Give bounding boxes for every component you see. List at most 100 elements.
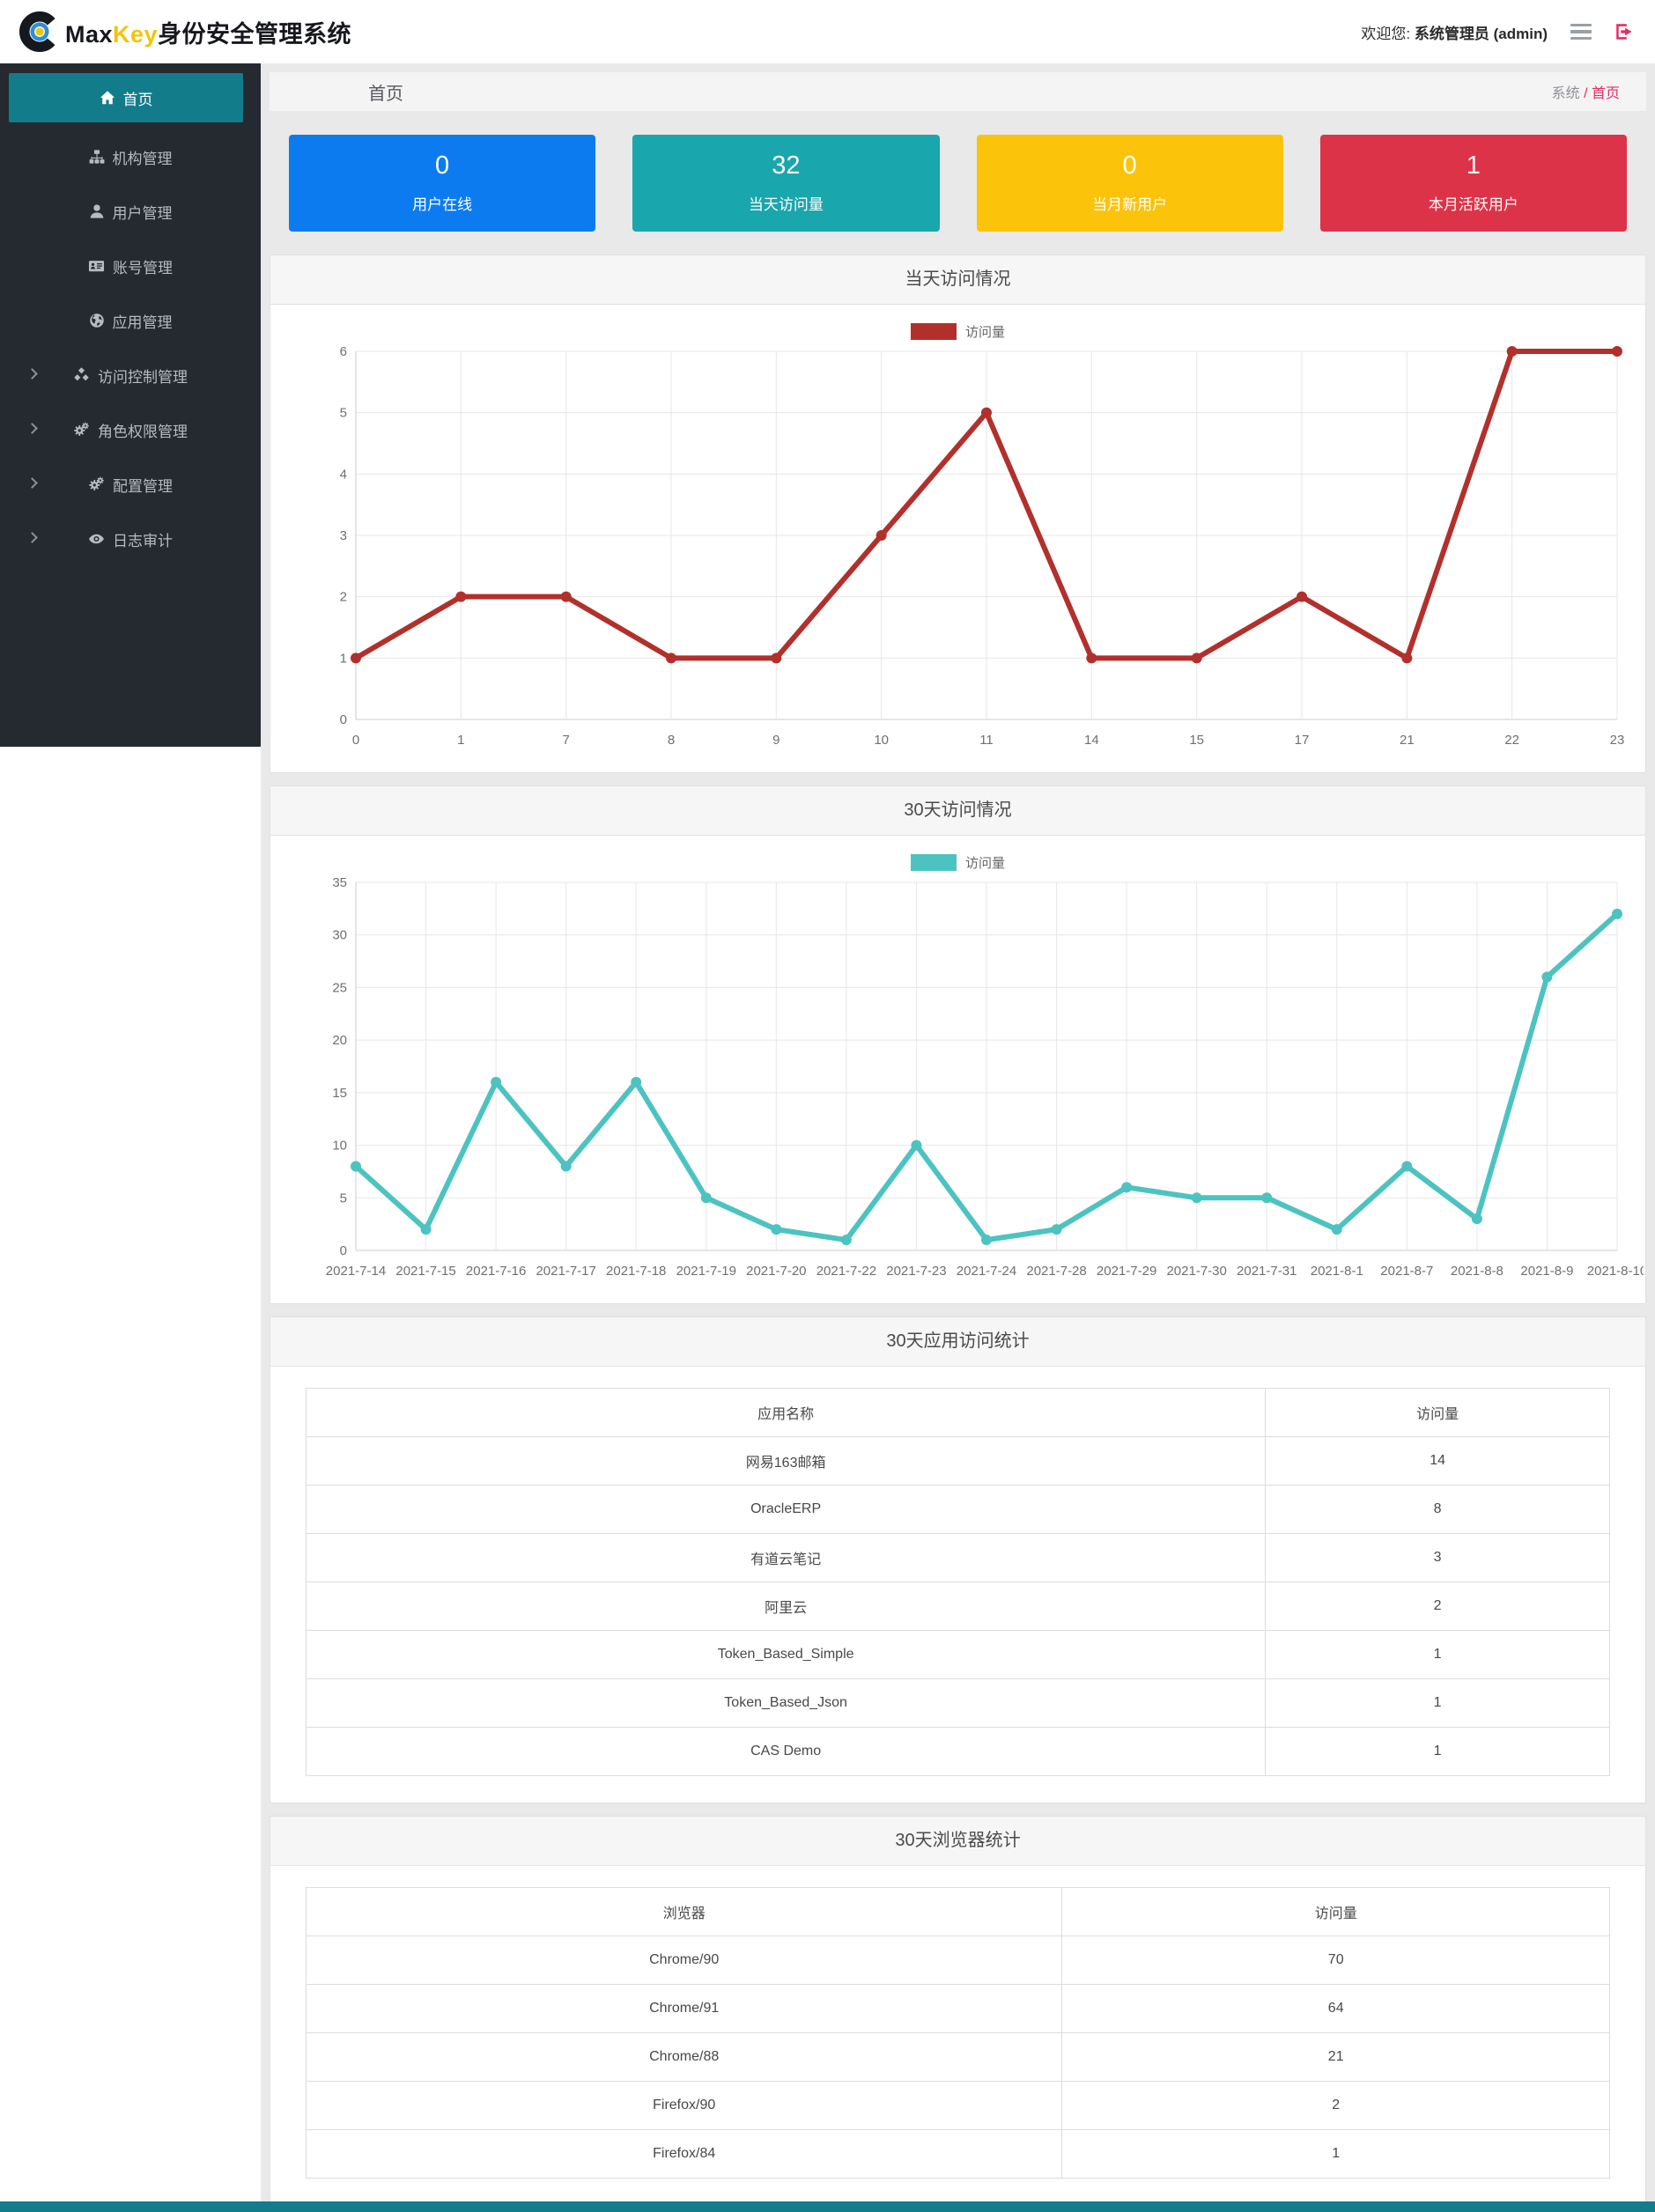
panel-today-visits: 当天访问情况 访问量 0 1 2 3 4 5 6 0 1 7 8 9 10 11 14 15 17 21 22 23: [270, 254, 1646, 773]
svg-text:2021-7-29: 2021-7-29: [1097, 1264, 1156, 1279]
svg-text:17: 17: [1295, 733, 1310, 748]
svg-text:2021-7-19: 2021-7-19: [676, 1264, 736, 1279]
home-icon: [100, 90, 115, 106]
sidebar-item-label: 访问控制管理: [98, 368, 188, 386]
panel-title: 30天浏览器统计: [270, 1817, 1645, 1866]
30day-visits-line-chart: 0 5 10 15 20 25 30 35 2021-7-14 2021-7-15 2021-7-1…: [270, 874, 1647, 1294]
browser-name-cell: Chrome/91: [305, 1984, 1063, 2033]
app-name-cell: Token_Based_Json: [305, 1678, 1267, 1728]
visit-count-cell: 21: [1061, 2032, 1610, 2082]
svg-text:23: 23: [1610, 733, 1625, 748]
visit-count-cell: 1: [1265, 1678, 1610, 1728]
svg-text:14: 14: [1084, 733, 1099, 748]
visit-count-cell: 1: [1265, 1727, 1610, 1776]
sidebar-item-label: 用户管理: [112, 204, 173, 222]
svg-text:0: 0: [340, 1243, 347, 1258]
app-stats-table: 应用名称 访问量 网易163邮箱 14 OracleERP 8 有道云笔记 3 阿里云…: [305, 1388, 1610, 1776]
app-name-cell: 网易163邮箱: [305, 1436, 1267, 1486]
svg-text:15: 15: [332, 1086, 347, 1101]
sidebar-item-accounts[interactable]: 账号管理: [0, 239, 261, 293]
svg-text:5: 5: [340, 1191, 347, 1206]
column-header: 应用名称: [305, 1388, 1267, 1437]
svg-text:2021-8-1: 2021-8-1: [1311, 1264, 1363, 1279]
sidebar-item-label: 账号管理: [113, 259, 173, 276]
svg-text:7: 7: [562, 733, 569, 748]
sitemap-icon: [89, 149, 105, 165]
table-row: 有道云笔记 3: [305, 1533, 1610, 1582]
panel-title: 30天应用访问统计: [270, 1317, 1645, 1367]
legend-swatch: [910, 853, 957, 871]
table-row: Token_Based_Simple 1: [305, 1630, 1610, 1679]
breadcrumb: 首页 系统 / 首页: [270, 72, 1646, 111]
sidebar-item-roles[interactable]: 角色权限管理: [0, 402, 261, 457]
visit-count-cell: 2: [1061, 2081, 1610, 2130]
svg-text:15: 15: [1189, 733, 1204, 748]
svg-text:20: 20: [332, 1033, 347, 1048]
welcome-text: 欢迎您: 系统管理员 (admin): [1361, 25, 1548, 42]
brand: MaxKey身份安全管理系统: [19, 11, 351, 52]
sidebar-item-org[interactable]: 机构管理: [0, 129, 261, 184]
sidebar-item-config[interactable]: 配置管理: [0, 457, 261, 512]
app-name-cell: CAS Demo: [305, 1727, 1267, 1776]
sidebar-item-label: 配置管理: [113, 477, 173, 495]
table-row: OracleERP 8: [305, 1485, 1610, 1534]
sidebar-item-home[interactable]: 首页: [9, 73, 243, 122]
table-header-row: 应用名称 访问量: [305, 1388, 1610, 1437]
svg-text:2021-7-14: 2021-7-14: [326, 1264, 386, 1279]
svg-text:5: 5: [340, 406, 347, 421]
app-name-cell: Token_Based_Simple: [305, 1630, 1267, 1679]
breadcrumb-current-link[interactable]: 首页: [1592, 86, 1620, 101]
main-content: 首页 系统 / 首页 0 用户在线 32 当天访问量 0 当月新用户 1 本月活…: [261, 63, 1655, 2212]
chevron-right-icon: [26, 368, 38, 380]
browser-name-cell: Chrome/88: [305, 2032, 1063, 2082]
svg-text:2021-7-24: 2021-7-24: [957, 1264, 1016, 1279]
maxkey-dashboard: MaxKey身份安全管理系统 欢迎您: 系统管理员 (admin) 首页 机构管…: [0, 0, 1655, 2212]
sidebar-item-label: 角色权限管理: [98, 423, 188, 440]
svg-text:2021-7-18: 2021-7-18: [606, 1264, 666, 1279]
stat-cards-row: 0 用户在线 32 当天访问量 0 当月新用户 1 本月活跃用户: [289, 135, 1627, 232]
svg-text:10: 10: [332, 1139, 347, 1154]
legend-swatch: [910, 322, 957, 340]
panel-app-stats: 30天应用访问统计 应用名称 访问量 网易163邮箱 14 OracleERP 8 …: [270, 1316, 1646, 1803]
svg-text:0: 0: [352, 733, 359, 748]
visit-count-cell: 8: [1265, 1485, 1610, 1534]
sidebar-nav: 首页 机构管理 用户管理 账号管理 应用管理 访问控制管理 角色权限管理 配置管…: [0, 63, 261, 747]
chart-legend[interactable]: 访问量: [270, 853, 1645, 871]
svg-text:2021-7-16: 2021-7-16: [466, 1264, 526, 1279]
svg-text:3: 3: [340, 528, 347, 543]
stat-value: 0: [435, 151, 450, 180]
column-header: 访问量: [1265, 1388, 1610, 1437]
stat-label: 用户在线: [412, 196, 473, 213]
visit-count-cell: 64: [1061, 1984, 1610, 2033]
stat-card-month-new-users: 0 当月新用户: [976, 135, 1283, 232]
sidebar-item-access-control[interactable]: 访问控制管理: [0, 348, 261, 402]
browser-name-cell: Firefox/90: [305, 2081, 1063, 2130]
svg-text:9: 9: [772, 733, 779, 748]
svg-text:1: 1: [457, 733, 464, 748]
sidebar-item-users[interactable]: 用户管理: [0, 184, 261, 239]
logout-icon[interactable]: [1614, 22, 1634, 41]
hamburger-icon[interactable]: [1570, 23, 1592, 41]
svg-text:35: 35: [332, 875, 347, 890]
svg-text:2021-8-10: 2021-8-10: [1587, 1264, 1644, 1279]
svg-text:30: 30: [332, 928, 347, 943]
eye-icon: [88, 531, 105, 547]
maxkey-logo-icon: [19, 11, 60, 52]
stat-value: 0: [1122, 151, 1137, 180]
stat-label: 当天访问量: [748, 196, 824, 213]
id-card-icon: [88, 258, 105, 274]
page-title: 首页: [368, 84, 403, 104]
sidebar-item-apps[interactable]: 应用管理: [0, 293, 261, 348]
panel-browser-stats: 30天浏览器统计 浏览器 访问量 Chrome/90 70 Chrome/91 64…: [270, 1816, 1646, 2206]
visit-count-cell: 2: [1265, 1582, 1610, 1631]
svg-text:2021-7-20: 2021-7-20: [746, 1264, 806, 1279]
svg-text:2021-7-31: 2021-7-31: [1237, 1264, 1297, 1279]
visit-count-cell: 14: [1265, 1436, 1610, 1486]
svg-text:25: 25: [332, 980, 347, 995]
chart-legend[interactable]: 访问量: [270, 322, 1645, 340]
sidebar-item-label: 应用管理: [112, 313, 173, 331]
svg-text:6: 6: [340, 344, 347, 359]
sidebar-item-audit[interactable]: 日志审计: [0, 512, 261, 566]
svg-text:0: 0: [340, 712, 347, 727]
visit-count-cell: 1: [1265, 1630, 1610, 1679]
